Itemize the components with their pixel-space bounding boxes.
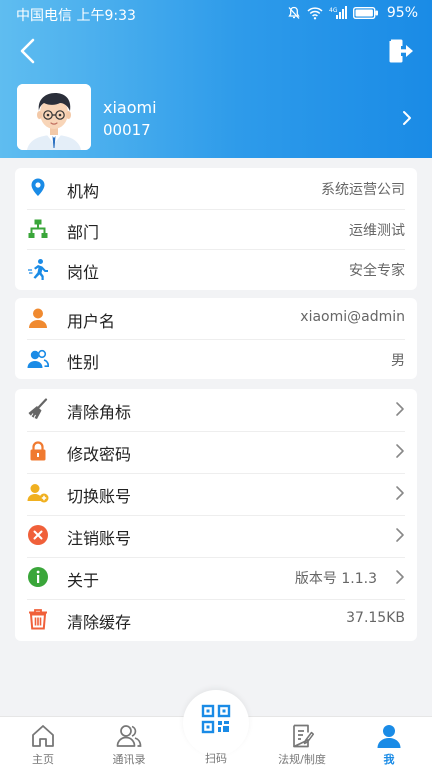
version-value: 版本号 1.1.3 (294, 571, 377, 587)
chevron-right-icon (396, 570, 404, 584)
action-change-password[interactable]: 修改密码 (15, 431, 417, 473)
row-label: 清除缓存 (67, 613, 132, 632)
carrier-time: 中国电信 上午9:33 (16, 8, 136, 24)
user-row-gender: 性别 男 (15, 338, 417, 380)
row-label: 机构 (67, 182, 100, 201)
row-label: 部门 (67, 222, 100, 242)
wifi-icon (307, 7, 323, 20)
battery-percent: 95% (386, 5, 418, 21)
tab-label-scan: 扫码 (205, 752, 227, 765)
row-label: 注销账号 (67, 529, 132, 548)
row-label: 修改密码 (67, 445, 132, 464)
tab-regulations[interactable]: 法规/制度 (259, 717, 345, 768)
qr-code-icon[interactable] (201, 704, 231, 734)
tab-home[interactable]: 主页 (0, 717, 86, 768)
org-row-department: 部门 运维测试 (15, 208, 417, 250)
action-clear-cache[interactable]: 清除缓存 37.15KB (15, 599, 417, 641)
me-icon (377, 725, 401, 748)
logout-icon (389, 39, 413, 63)
profile-id: 00017 (103, 121, 151, 139)
chevron-right-icon (396, 444, 404, 458)
tab-label: 主页 (32, 753, 54, 766)
tab-me[interactable]: 我 (346, 717, 432, 768)
tab-label: 法规/制度 (278, 753, 326, 766)
row-label: 岗位 (67, 263, 100, 283)
tab-contacts[interactable]: 通讯录 (86, 717, 172, 768)
row-value: 运维测试 (349, 222, 405, 239)
avatar (17, 84, 91, 150)
profile-name: xiaomi (103, 98, 157, 117)
logout-button[interactable] (388, 38, 416, 64)
location-pin-icon (31, 178, 45, 196)
tab-label: 我 (383, 753, 395, 766)
org-info-card: 机构 系统运营公司 部门 运维测试 岗位 安全专家 (15, 168, 417, 290)
row-label: 性别 (67, 352, 100, 372)
svg-text:4G: 4G (329, 7, 338, 14)
profile-row[interactable]: xiaomi 00017 (17, 84, 417, 152)
person-icon (29, 308, 47, 328)
row-value: xiaomi@admin (300, 309, 405, 325)
home-icon (32, 725, 54, 747)
action-clear-badge[interactable]: 清除角标 (15, 389, 417, 431)
user-info-card: 用户名 xiaomi@admin 性别 男 (15, 298, 417, 379)
row-label: 关于 (67, 571, 100, 590)
mute-icon (288, 6, 300, 19)
row-label: 用户名 (67, 312, 116, 331)
row-label: 清除角标 (67, 403, 132, 422)
row-value: 安全专家 (349, 263, 405, 280)
chevron-right-icon (403, 111, 411, 125)
action-switch-account[interactable]: 切换账号 (15, 473, 417, 515)
chevron-right-icon (396, 402, 404, 416)
chevron-left-icon (20, 38, 35, 64)
lock-icon (30, 441, 46, 461)
profile-header: 中国电信 上午9:33 4G 95% xiaomi 00017 (0, 0, 432, 158)
users-icon (27, 349, 49, 368)
action-deactivate-account[interactable]: 注销账号 (15, 515, 417, 557)
row-label: 切换账号 (67, 487, 132, 506)
signal-icon: 4G (329, 6, 347, 19)
contacts-icon (116, 725, 142, 747)
tab-label: 通讯录 (112, 753, 146, 766)
document-icon (293, 724, 315, 748)
org-row-position: 岗位 安全专家 (15, 249, 417, 290)
switch-user-icon (27, 484, 49, 503)
actions-card: 清除角标 修改密码 切换账号 注销账号 关于 版本号 1.1.3 清除缓存 37… (15, 389, 417, 641)
close-circle-icon (28, 525, 48, 545)
user-portrait-icon (17, 84, 91, 150)
status-bar: 中国电信 上午9:33 4G 95% (0, 0, 432, 28)
info-icon (28, 567, 48, 587)
back-button[interactable] (14, 36, 44, 66)
user-row-username: 用户名 xiaomi@admin (15, 298, 417, 339)
row-value: 男 (391, 352, 405, 369)
chevron-right-icon (396, 486, 404, 500)
chevron-right-icon (396, 528, 404, 542)
org-row-institution: 机构 系统运营公司 (15, 168, 417, 209)
broom-icon (28, 398, 48, 419)
battery-icon (352, 7, 378, 19)
cache-size-value: 37.15KB (346, 610, 405, 626)
action-about[interactable]: 关于 版本号 1.1.3 (15, 557, 417, 599)
row-value: 系统运营公司 (321, 182, 405, 198)
runner-icon (28, 259, 48, 281)
status-icons: 4G 95% (287, 5, 418, 21)
trash-icon (29, 609, 47, 630)
org-chart-icon (28, 219, 48, 238)
